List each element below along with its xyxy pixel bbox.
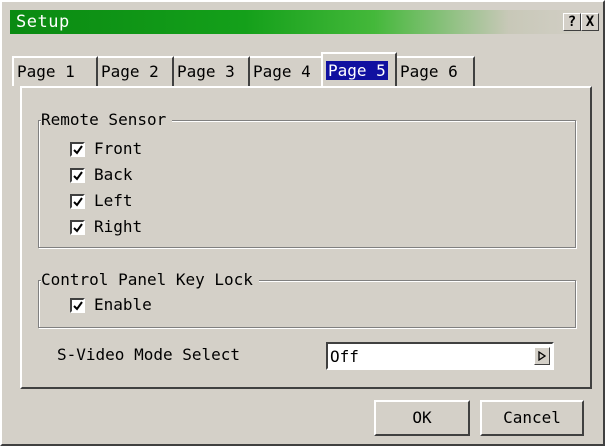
tab-page-1[interactable]: Page 1: [12, 56, 98, 86]
svideo-mode-select[interactable]: Off: [326, 342, 554, 370]
tab-label: Page 6: [400, 62, 458, 81]
tab-page-6[interactable]: Page 6: [397, 56, 475, 86]
tab-label: Page 1: [17, 62, 75, 81]
front-label: Front: [94, 139, 143, 158]
cancel-button[interactable]: Cancel: [480, 400, 584, 436]
ok-button[interactable]: OK: [374, 400, 470, 436]
tab-label: Page 4: [253, 62, 311, 81]
svideo-mode-label: S-Video Mode Select: [57, 345, 241, 364]
dropdown-arrow-icon[interactable]: [534, 347, 550, 365]
left-label: Left: [94, 191, 133, 210]
svideo-mode-value: Off: [330, 347, 359, 366]
tab-label: Page 3: [177, 62, 235, 81]
remote-sensor-title: Remote Sensor: [41, 110, 173, 130]
tab-page-5[interactable]: Page 5: [321, 52, 397, 86]
checkbox-checked-icon[interactable]: [70, 220, 85, 235]
control-panel-key-lock-title: Control Panel Key Lock: [41, 270, 259, 290]
checkbox-checked-icon[interactable]: [70, 168, 85, 183]
title-bar[interactable]: Setup ? X: [10, 10, 599, 34]
tab-page-4[interactable]: Page 4: [250, 56, 326, 86]
help-button[interactable]: ?: [563, 13, 581, 31]
tab-label: Page 2: [101, 62, 159, 81]
tab-page-3[interactable]: Page 3: [174, 56, 250, 86]
close-button[interactable]: X: [581, 13, 599, 31]
checkbox-checked-icon[interactable]: [70, 194, 85, 209]
checkbox-checked-icon[interactable]: [70, 298, 85, 313]
window-title: Setup: [16, 12, 70, 32]
setup-dialog: Setup ? X Page 1 Page 2 Page 3 Page 4 Pa…: [0, 0, 605, 446]
tab-page-2[interactable]: Page 2: [98, 56, 174, 86]
enable-label: Enable: [94, 295, 152, 314]
right-label: Right: [94, 217, 143, 236]
back-label: Back: [94, 165, 133, 184]
checkbox-checked-icon[interactable]: [70, 142, 85, 157]
tab-label: Page 5: [326, 61, 388, 80]
